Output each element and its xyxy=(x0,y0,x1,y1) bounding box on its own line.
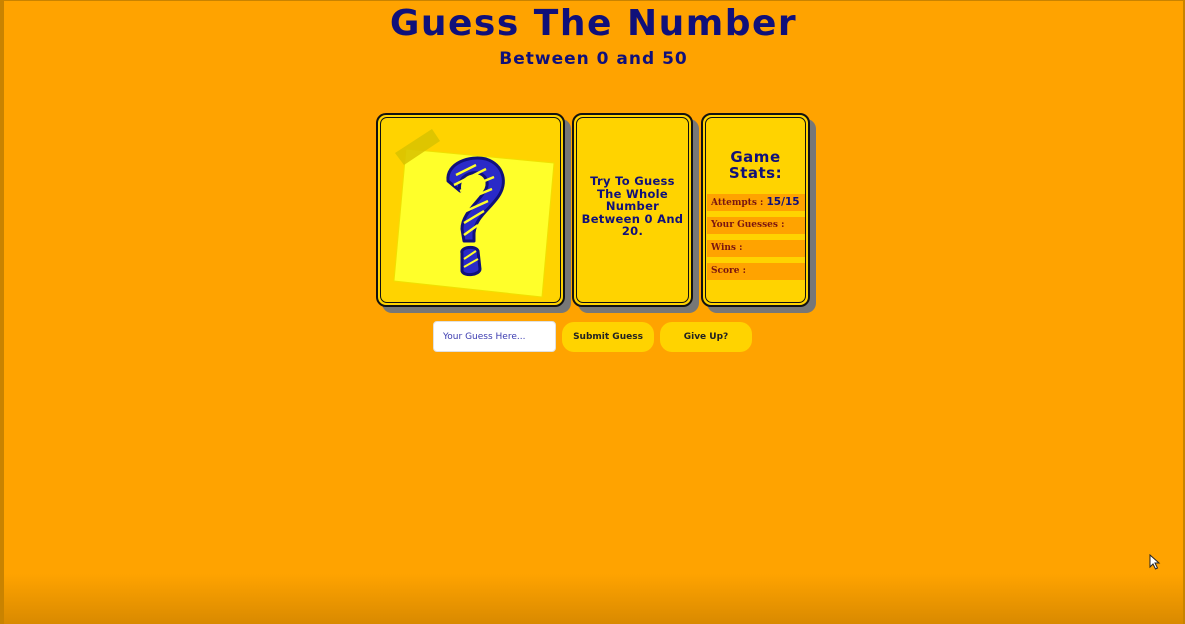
page-subtitle: Between 0 and 50 xyxy=(499,49,688,69)
score-label: Score : xyxy=(711,266,746,276)
guesses-label: Your Guesses : xyxy=(711,220,785,230)
mystery-card xyxy=(376,113,565,307)
give-up-button[interactable]: Give Up? xyxy=(660,322,752,352)
stat-attempts: Attempts : 15/15 xyxy=(707,194,805,211)
stat-wins: Wins : xyxy=(707,240,805,257)
page-title: Guess The Number xyxy=(389,3,798,44)
attempts-value: 15/15 xyxy=(766,196,800,208)
stat-your-guesses: Your Guesses : xyxy=(707,217,805,234)
mouse-cursor-icon xyxy=(1149,553,1161,574)
stat-score: Score : xyxy=(707,263,805,280)
submit-guess-button[interactable]: Submit Guess xyxy=(562,322,654,352)
wins-label: Wins : xyxy=(711,243,743,253)
attempts-label: Attempts : xyxy=(711,198,767,208)
question-mark-sticky-note-icon xyxy=(390,125,556,301)
instructions-text: Try To Guess The Whole Number Between 0 … xyxy=(581,174,684,238)
instructions-card: Try To Guess The Whole Number Between 0 … xyxy=(572,113,693,307)
guess-input[interactable] xyxy=(433,321,556,352)
stats-title: Game Stats: xyxy=(728,148,783,182)
game-stats-card: Game Stats: Attempts : 15/15 Your Guesse… xyxy=(701,113,810,307)
game-page: Guess The Number Between 0 and 50 Try To… xyxy=(4,1,1183,624)
